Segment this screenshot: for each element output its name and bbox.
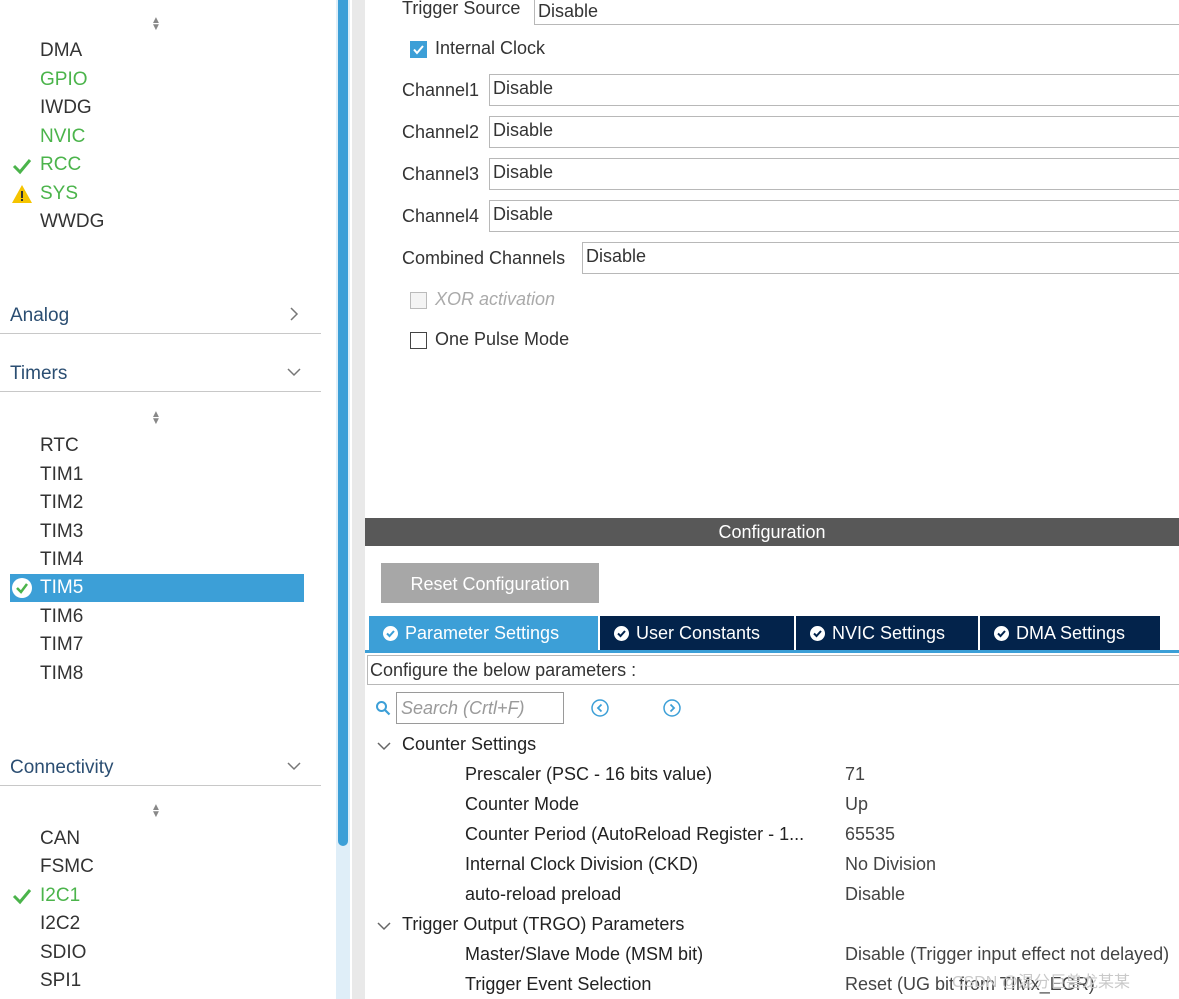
sort-icon[interactable]: ▲ ▼ xyxy=(150,16,162,33)
channel4-select[interactable]: Disable xyxy=(489,200,1179,232)
channel4-label: Channel4 xyxy=(402,206,480,226)
internal-clock-checkbox[interactable] xyxy=(410,41,427,58)
param-auto-reload-value[interactable]: Disable xyxy=(845,884,905,905)
reset-configuration-button[interactable]: Reset Configuration xyxy=(381,563,599,603)
tree-item-i2c1[interactable]: I2C1 xyxy=(40,884,80,908)
channel1-label: Channel1 xyxy=(402,80,480,100)
configuration-tabs: Parameter Settings User Constants NVIC S… xyxy=(365,616,1179,653)
check-icon xyxy=(12,159,32,175)
param-prescaler-name[interactable]: Prescaler (PSC - 16 bits value) xyxy=(465,764,712,785)
tree-item-rtc[interactable]: RTC xyxy=(40,434,79,458)
category-connectivity-label: Connectivity xyxy=(10,757,114,778)
tree-item-wwdg[interactable]: WWDG xyxy=(40,210,104,234)
sort-icon[interactable]: ▲ ▼ xyxy=(150,410,162,427)
param-counter-mode-name[interactable]: Counter Mode xyxy=(465,794,579,815)
param-clock-division-name[interactable]: Internal Clock Division (CKD) xyxy=(465,854,698,875)
previous-circle-icon[interactable] xyxy=(591,699,609,717)
check-icon xyxy=(12,889,32,905)
internal-clock-label: Internal Clock xyxy=(435,38,546,58)
trigger-source-label: Trigger Source xyxy=(402,0,521,18)
channel2-select[interactable]: Disable xyxy=(489,116,1179,148)
combined-channels-label: Combined Channels xyxy=(402,248,566,268)
next-circle-icon[interactable] xyxy=(663,699,681,717)
chevron-down-icon xyxy=(287,368,301,377)
tab-dma-settings[interactable]: DMA Settings xyxy=(980,616,1160,650)
tree-item-tim5-label: TIM5 xyxy=(40,577,84,598)
chevron-down-icon xyxy=(287,762,301,771)
param-counter-period-name[interactable]: Counter Period (AutoReload Register - 1.… xyxy=(465,824,804,845)
tree-item-tim8[interactable]: TIM8 xyxy=(40,662,83,686)
tree-item-sys[interactable]: SYS xyxy=(40,182,78,206)
channel2-label: Channel2 xyxy=(402,122,480,142)
param-msm-name[interactable]: Master/Slave Mode (MSM bit) xyxy=(465,944,703,965)
group-counter-settings[interactable]: Counter Settings xyxy=(402,734,536,755)
combined-channels-select[interactable]: Disable xyxy=(582,242,1179,274)
category-analog-label: Analog xyxy=(10,305,70,326)
category-analog[interactable]: Analog xyxy=(0,299,321,334)
channel1-select[interactable]: Disable xyxy=(489,74,1179,106)
checkmark-icon xyxy=(413,45,424,55)
one-pulse-mode-label: One Pulse Mode xyxy=(435,329,570,349)
tree-item-nvic[interactable]: NVIC xyxy=(40,125,85,149)
category-connectivity[interactable]: Connectivity xyxy=(0,751,321,786)
param-counter-period-value[interactable]: 65535 xyxy=(845,824,895,845)
trigger-source-select[interactable]: Disable xyxy=(534,0,1179,25)
tree-item-spi1[interactable]: SPI1 xyxy=(40,969,81,993)
param-trigger-event-name[interactable]: Trigger Event Selection xyxy=(465,974,651,995)
param-clock-division-value[interactable]: No Division xyxy=(845,854,936,875)
tab-nvic-settings-label: NVIC Settings xyxy=(832,623,946,643)
one-pulse-mode-checkbox[interactable] xyxy=(410,332,427,349)
tree-item-tim6[interactable]: TIM6 xyxy=(40,605,83,629)
chevron-down-icon[interactable] xyxy=(376,920,392,932)
check-circle-icon xyxy=(12,578,32,598)
category-timers-label: Timers xyxy=(10,363,68,384)
xor-activation-checkbox xyxy=(410,292,427,309)
tree-item-tim7[interactable]: TIM7 xyxy=(40,633,83,657)
tree-item-can[interactable]: CAN xyxy=(40,827,80,851)
tree-item-i2c2[interactable]: I2C2 xyxy=(40,912,80,936)
tree-item-tim2[interactable]: TIM2 xyxy=(40,491,83,515)
chevron-right-icon xyxy=(290,307,299,321)
tab-dma-settings-label: DMA Settings xyxy=(1016,623,1126,643)
configuration-header: Configuration xyxy=(365,518,1179,546)
tab-parameter-settings[interactable]: Parameter Settings xyxy=(369,616,598,650)
param-prescaler-value[interactable]: 71 xyxy=(845,764,865,785)
parameters-description: Configure the below parameters : xyxy=(367,655,1179,685)
tree-item-gpio[interactable]: GPIO xyxy=(40,68,88,92)
search-input[interactable] xyxy=(396,692,564,724)
tree-item-tim5-selected[interactable]: TIM5 xyxy=(10,574,304,602)
tree-item-dma[interactable]: DMA xyxy=(40,39,82,63)
channel3-label: Channel3 xyxy=(402,164,480,184)
channel3-select[interactable]: Disable xyxy=(489,158,1179,190)
tree-item-sdio[interactable]: SDIO xyxy=(40,941,86,965)
warning-icon xyxy=(12,185,32,203)
tree-item-tim3[interactable]: TIM3 xyxy=(40,520,83,544)
tab-parameter-settings-label: Parameter Settings xyxy=(405,623,560,643)
tree-item-tim4[interactable]: TIM4 xyxy=(40,548,83,572)
tab-nvic-settings[interactable]: NVIC Settings xyxy=(796,616,978,650)
watermark: CSDN @混分巨兽龙某某 xyxy=(952,974,1131,991)
xor-activation-label: XOR activation xyxy=(435,289,556,309)
tree-item-tim1[interactable]: TIM1 xyxy=(40,463,83,487)
check-circle-icon xyxy=(994,626,1009,641)
param-msm-value[interactable]: Disable (Trigger input effect not delaye… xyxy=(845,944,1169,965)
param-auto-reload-name[interactable]: auto-reload preload xyxy=(465,884,621,905)
param-counter-mode-value[interactable]: Up xyxy=(845,794,868,815)
panel-splitter[interactable] xyxy=(352,0,365,999)
search-icon xyxy=(376,701,391,716)
tab-user-constants-label: User Constants xyxy=(636,623,761,643)
tree-item-iwdg[interactable]: IWDG xyxy=(40,96,92,120)
chevron-down-icon[interactable] xyxy=(376,740,392,752)
category-timers[interactable]: Timers xyxy=(0,357,321,392)
tree-item-fsmc[interactable]: FSMC xyxy=(40,855,94,879)
check-circle-icon xyxy=(810,626,825,641)
sort-icon[interactable]: ▲ ▼ xyxy=(150,803,162,820)
tree-item-rcc[interactable]: RCC xyxy=(40,153,81,177)
left-scrollbar-thumb[interactable] xyxy=(338,0,348,846)
group-trigger-output[interactable]: Trigger Output (TRGO) Parameters xyxy=(402,914,684,935)
check-circle-icon xyxy=(614,626,629,641)
check-circle-icon xyxy=(383,626,398,641)
tab-user-constants[interactable]: User Constants xyxy=(600,616,794,650)
peripheral-tree-panel: ▲ ▼ DMA GPIO IWDG NVIC RCC SYS WWDG Analo… xyxy=(0,0,335,999)
